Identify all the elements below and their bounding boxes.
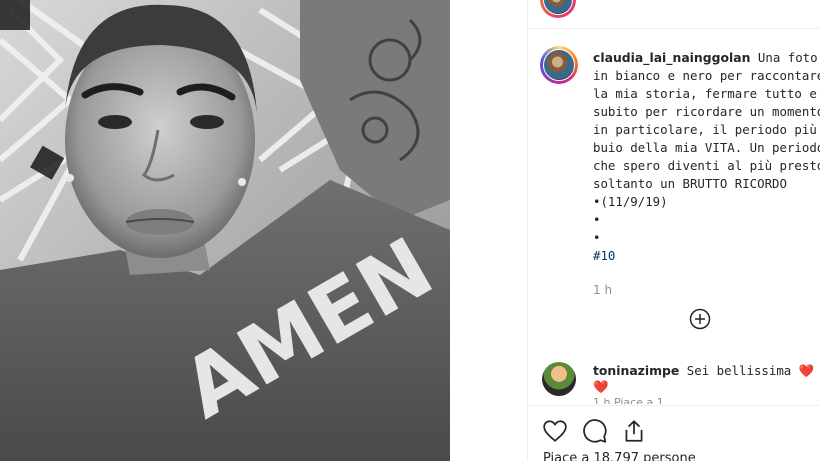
post-actions-bar: Piace a 18.797 persone bbox=[528, 405, 820, 461]
photo-panel-gap bbox=[450, 0, 527, 461]
post-caption: claudia_lai_nainggolan Una foto in bianc… bbox=[593, 49, 820, 265]
comment-username-link[interactable]: toninazimpe bbox=[593, 363, 679, 378]
load-more-comments-button[interactable] bbox=[689, 308, 711, 330]
heart-icon bbox=[543, 420, 567, 442]
caption-bullet-line: • bbox=[593, 230, 601, 245]
share-icon bbox=[625, 420, 643, 442]
post-side-panel: claudia_lai_nainggolan Una foto in bianc… bbox=[527, 0, 820, 461]
like-button[interactable] bbox=[542, 418, 568, 444]
caption-timestamp[interactable]: 1 h bbox=[593, 283, 612, 297]
author-avatar[interactable] bbox=[540, 0, 576, 18]
caption-text: Una foto in bianco e nero per raccontare… bbox=[593, 50, 820, 191]
plus-circle-icon bbox=[689, 308, 711, 330]
post-photo-image: AMEN bbox=[0, 0, 450, 461]
comment-meta: 1 h Piace a 1 bbox=[593, 396, 664, 404]
comment: toninazimpe Sei bellissima ❤️❤️ bbox=[593, 363, 820, 395]
post-header bbox=[528, 0, 820, 29]
comment-button[interactable] bbox=[582, 418, 608, 444]
caption-author-avatar[interactable] bbox=[540, 46, 578, 84]
share-button[interactable] bbox=[621, 418, 647, 444]
hashtag-link[interactable]: #10 bbox=[593, 248, 615, 263]
comment-text: Sei bellissima bbox=[679, 363, 799, 378]
commenter-avatar[interactable] bbox=[542, 362, 576, 396]
comment-icon bbox=[583, 419, 607, 443]
post-photo[interactable]: AMEN bbox=[0, 0, 450, 461]
caption-username-link[interactable]: claudia_lai_nainggolan bbox=[593, 50, 750, 65]
likes-count[interactable]: Piace a 18.797 persone bbox=[543, 451, 696, 461]
caption-bullet-line: • bbox=[593, 212, 601, 227]
caption-date-line: •(11/9/19) bbox=[593, 194, 668, 209]
